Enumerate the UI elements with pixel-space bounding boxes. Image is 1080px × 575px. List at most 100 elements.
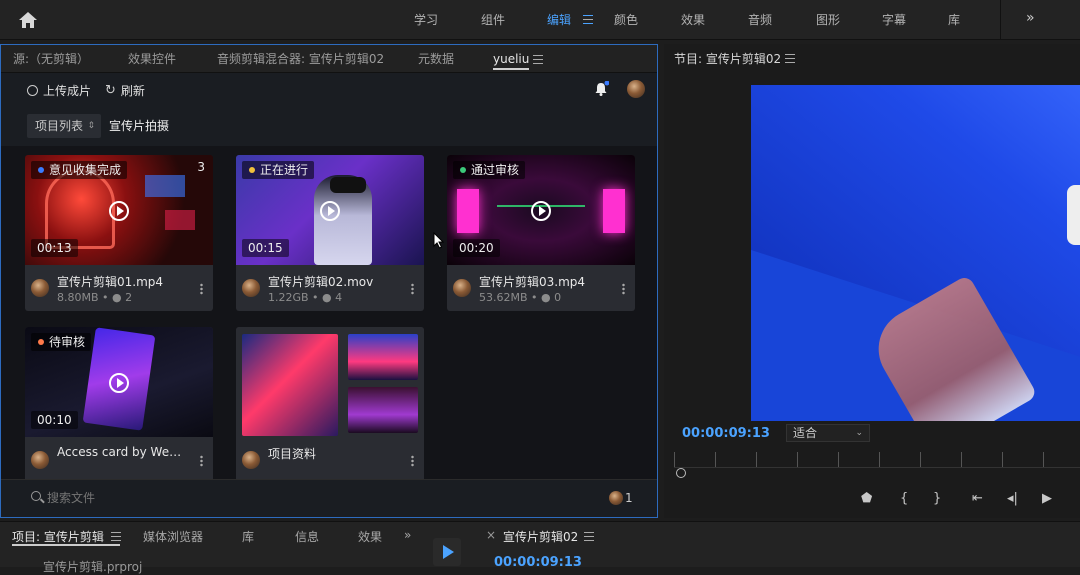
file-name: 宣传片剪辑02.mov	[268, 275, 374, 289]
zoom-fit-select[interactable]: 适合 ⌄	[786, 424, 870, 442]
asset-card[interactable]: 正在进行 00:15 宣传片剪辑02.mov 1.22GB • ● 4	[236, 155, 424, 311]
more-options-icon[interactable]	[411, 283, 414, 295]
view-select[interactable]: 项目列表 ⇕	[27, 114, 101, 138]
search-input[interactable]	[47, 488, 347, 508]
workspace-tab-color[interactable]: 颜色	[614, 0, 638, 40]
card-meta: 宣传片剪辑02.mov 1.22GB • ● 4	[236, 265, 424, 311]
workspace-tab-audio[interactable]: 音频	[748, 0, 772, 40]
status-badge: 正在进行	[242, 161, 315, 179]
file-name: 宣传片剪辑03.mp4	[479, 275, 586, 289]
workspace-tab-graphics[interactable]: 图形	[816, 0, 840, 40]
duration: 00:13	[31, 239, 78, 257]
play-icon[interactable]	[531, 201, 551, 221]
uploader-avatar	[31, 451, 49, 469]
uploader-avatar	[453, 279, 471, 297]
go-to-in-icon[interactable]: ⇤	[972, 491, 983, 506]
viewer-count: 1	[625, 491, 633, 505]
refresh-icon: ↻	[105, 83, 116, 98]
play-icon[interactable]	[109, 201, 129, 221]
folder-card[interactable]: 项目资料	[236, 327, 424, 479]
tab-info[interactable]: 信息	[295, 528, 319, 545]
asset-card[interactable]: 意见收集完成 3 00:13 宣传片剪辑01.mp4 8.80MB • ● 2	[25, 155, 213, 311]
comment-icon: ●	[541, 291, 551, 304]
more-options-icon[interactable]	[622, 283, 625, 295]
mark-out-icon[interactable]: }	[933, 491, 941, 506]
tab-sequence[interactable]: 宣传片剪辑02	[503, 528, 578, 545]
search-bar: 1	[1, 479, 657, 517]
duration: 00:10	[31, 411, 78, 429]
workspace-tab-editing[interactable]: 编辑	[547, 0, 571, 40]
workspace-tab-effects[interactable]: 效果	[681, 0, 705, 40]
comment-icon: ●	[322, 291, 332, 304]
sequence-menu-icon[interactable]	[584, 532, 594, 541]
viewer-avatar	[609, 491, 623, 505]
chevron-double-right-icon[interactable]: »	[1026, 10, 1035, 26]
bell-icon[interactable]	[593, 81, 609, 97]
uploader-avatar	[242, 451, 260, 469]
play-icon[interactable]	[109, 373, 129, 393]
workspace-tab-captions[interactable]: 字幕	[882, 0, 906, 40]
status-badge: 待审核	[31, 333, 92, 351]
workspace-tab-learn[interactable]: 学习	[414, 0, 438, 40]
upload-button[interactable]: 上传成片	[27, 82, 91, 99]
upload-icon	[27, 85, 38, 96]
tab-media-browser[interactable]: 媒体浏览器	[143, 528, 203, 545]
play-button-icon[interactable]: ▶	[1042, 491, 1052, 506]
uploader-avatar	[31, 279, 49, 297]
chevron-double-right-icon[interactable]: »	[404, 528, 411, 542]
more-options-icon[interactable]	[411, 455, 414, 467]
tab-libraries[interactable]: 库	[242, 528, 254, 545]
thumbnail-access-card: 待审核 00:10	[25, 327, 213, 437]
time-ruler[interactable]	[674, 452, 1080, 468]
playhead-icon[interactable]	[676, 468, 686, 478]
tab-menu-icon[interactable]	[533, 55, 543, 64]
scrub-bar[interactable]	[676, 468, 1080, 478]
folder-thumbnails	[236, 327, 424, 437]
play-icon[interactable]	[320, 201, 340, 221]
frameio-panel: 源:（无剪辑） 效果控件 音频剪辑混合器: 宣传片剪辑02 元数据 yueliu…	[0, 44, 658, 518]
tab-project[interactable]: 项目: 宣传片剪辑	[12, 528, 104, 545]
duration: 00:15	[242, 239, 289, 257]
step-back-icon[interactable]: ◂|	[1007, 491, 1018, 506]
tab-audio-mixer[interactable]: 音频剪辑混合器: 宣传片剪辑02	[217, 45, 384, 73]
more-options-icon[interactable]	[200, 455, 203, 467]
workspace-tab-assembly[interactable]: 组件	[481, 0, 505, 40]
selection-tool-icon[interactable]	[433, 538, 461, 566]
mark-in-icon[interactable]: {	[900, 491, 908, 506]
mouse-cursor-icon	[433, 232, 445, 249]
sequence-timecode[interactable]: 00:00:09:13	[494, 555, 582, 570]
folder-name: 项目资料	[268, 447, 317, 461]
monitor-menu-icon[interactable]	[785, 54, 795, 63]
version-count: 3	[197, 160, 205, 174]
asset-card[interactable]: 待审核 00:10 Access card by Webs…	[25, 327, 213, 479]
file-name: Access card by Webs…	[57, 445, 187, 459]
refresh-button[interactable]: ↻ 刷新	[105, 82, 145, 99]
tab-metadata[interactable]: 元数据	[418, 45, 454, 73]
user-avatar[interactable]	[627, 80, 645, 98]
file-info: 1.22GB • ● 4	[268, 291, 343, 304]
program-timecode[interactable]: 00:00:09:13	[682, 426, 770, 441]
tab-effects[interactable]: 效果	[358, 528, 382, 545]
file-info: 53.62MB • ● 0	[479, 291, 562, 304]
tab-effect-controls[interactable]: 效果控件	[128, 45, 176, 73]
asset-grid: 意见收集完成 3 00:13 宣传片剪辑01.mp4 8.80MB • ● 2 …	[1, 146, 657, 479]
workspace-menu-icon[interactable]	[583, 15, 593, 24]
comment-icon: ●	[112, 291, 122, 304]
program-monitor-title[interactable]: 节目: 宣传片剪辑02	[674, 50, 781, 67]
status-badge: 意见收集完成	[31, 161, 128, 179]
workspace-tab-libraries[interactable]: 库	[948, 0, 960, 40]
asset-card[interactable]: 通过审核 00:20 宣传片剪辑03.mp4 53.62MB • ● 0	[447, 155, 635, 311]
active-tab-underline	[12, 544, 120, 546]
file-info: 8.80MB • ● 2	[57, 291, 133, 304]
tab-source[interactable]: 源:（无剪辑）	[13, 45, 89, 73]
search-icon-handle	[40, 498, 45, 504]
breadcrumb[interactable]: 宣传片拍摄	[109, 114, 169, 138]
add-marker-icon[interactable]: ⬟	[861, 491, 872, 506]
card-meta: 项目资料	[236, 437, 424, 479]
status-badge: 通过审核	[453, 161, 526, 179]
home-icon[interactable]	[18, 11, 38, 29]
project-menu-icon[interactable]	[111, 532, 121, 541]
close-icon[interactable]: ×	[486, 528, 496, 542]
tab-yueliu[interactable]: yueliu	[493, 45, 530, 73]
more-options-icon[interactable]	[200, 283, 203, 295]
